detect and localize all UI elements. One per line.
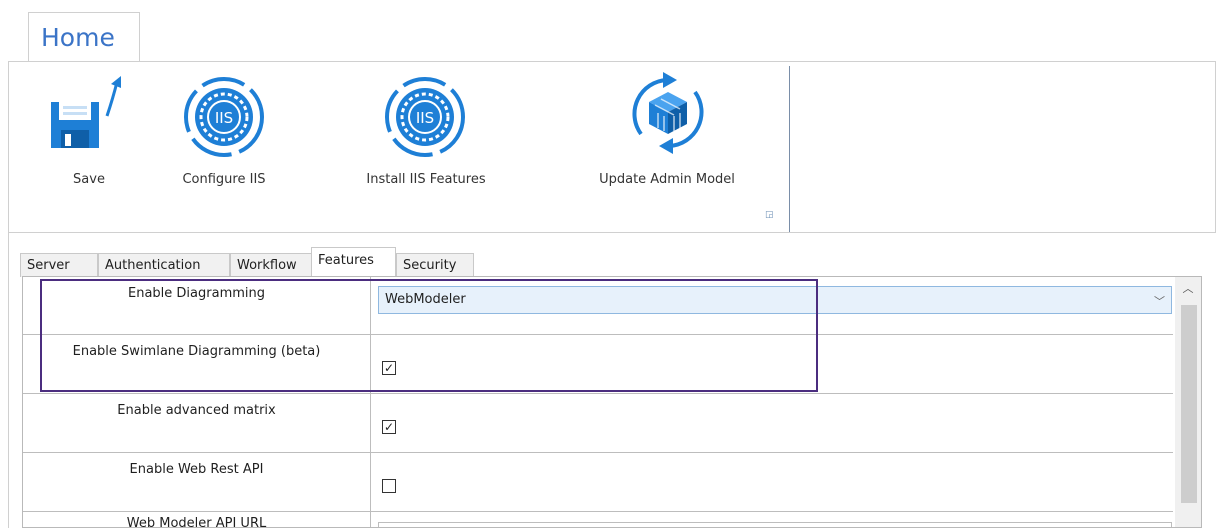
- diagramming-combobox[interactable]: WebModeler ﹀: [378, 286, 1172, 314]
- row-label: Enable Web Rest API: [23, 453, 371, 511]
- install-iis-features-label: Install IIS Features: [366, 172, 486, 187]
- row-label: Web Modeler API URL: [23, 512, 371, 527]
- save-label: Save: [73, 172, 105, 187]
- scroll-thumb[interactable]: [1181, 305, 1197, 503]
- tab-server[interactable]: Server: [20, 253, 98, 277]
- web-rest-api-checkbox[interactable]: [382, 479, 396, 493]
- property-grid: Enable Diagramming WebModeler ﹀ Enable S…: [22, 276, 1202, 528]
- iis-text: IIS: [215, 109, 233, 127]
- save-icon: [49, 70, 129, 154]
- ribbon-separator: [789, 66, 790, 232]
- tab-security[interactable]: Security: [396, 253, 474, 277]
- web-modeler-url-input[interactable]: [378, 522, 1172, 527]
- iis-gear-icon: IIS: [384, 76, 466, 162]
- row-value: ✓: [372, 335, 1173, 393]
- grid-row-enable-diagramming: Enable Diagramming WebModeler ﹀: [23, 277, 1173, 335]
- row-value: [372, 512, 1173, 527]
- row-value: ✓: [372, 394, 1173, 452]
- configure-iis-button[interactable]: IIS Configure IIS: [169, 62, 279, 202]
- grid-row-web-rest-api: Enable Web Rest API: [23, 453, 1173, 512]
- row-label: Enable Diagramming: [23, 277, 371, 334]
- tab-home[interactable]: Home: [28, 12, 140, 62]
- combo-value: WebModeler: [385, 292, 466, 307]
- row-value: WebModeler ﹀: [372, 277, 1173, 334]
- update-admin-model-label: Update Admin Model: [599, 172, 735, 187]
- scroll-up-icon[interactable]: ︿: [1175, 277, 1201, 301]
- row-label: Enable Swimlane Diagramming (beta): [23, 335, 371, 393]
- configure-iis-label: Configure IIS: [182, 172, 266, 187]
- grid-row-advanced-matrix: Enable advanced matrix ✓: [23, 394, 1173, 453]
- vertical-scrollbar[interactable]: ︿: [1175, 277, 1201, 527]
- grid-row-swimlane: Enable Swimlane Diagramming (beta) ✓: [23, 335, 1173, 394]
- update-admin-model-button[interactable]: Update Admin Model: [577, 62, 757, 202]
- chevron-down-icon[interactable]: ﹀: [1154, 293, 1165, 309]
- row-label: Enable advanced matrix: [23, 394, 371, 452]
- tab-authentication[interactable]: Authentication: [98, 253, 230, 277]
- grid-row-web-modeler-url: Web Modeler API URL: [23, 512, 1173, 527]
- save-button[interactable]: Save: [49, 62, 129, 202]
- cube-refresh-icon: [623, 68, 713, 162]
- install-iis-features-button[interactable]: IIS Install IIS Features: [352, 62, 500, 202]
- tab-workflow[interactable]: Workflow: [230, 253, 312, 277]
- tab-features[interactable]: Features: [311, 247, 396, 277]
- dialog-launcher-icon[interactable]: ◲: [765, 210, 775, 220]
- advanced-matrix-checkbox[interactable]: ✓: [382, 420, 396, 434]
- iis-gear-icon: IIS: [183, 76, 265, 162]
- row-value: [372, 453, 1173, 511]
- panel-edge: [8, 233, 9, 528]
- ribbon-panel: Save IIS Configure IIS IIS Install IIS F…: [8, 61, 1216, 233]
- swimlane-checkbox[interactable]: ✓: [382, 361, 396, 375]
- iis-text: IIS: [416, 109, 434, 127]
